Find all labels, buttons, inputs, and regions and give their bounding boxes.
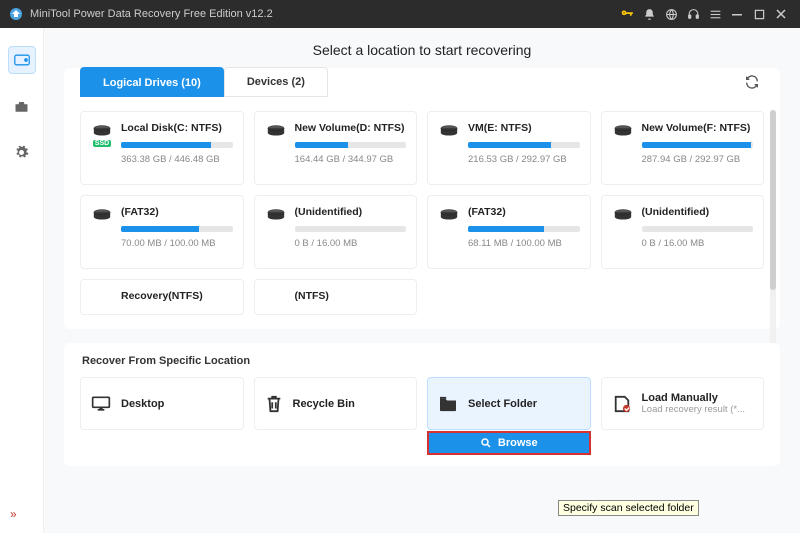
- drive-name: (Unidentified): [642, 206, 754, 218]
- app-logo-icon: [8, 6, 24, 22]
- key-icon[interactable]: [616, 3, 638, 25]
- drive-card[interactable]: (FAT32) 70.00 MB / 100.00 MB: [80, 195, 244, 269]
- drive-size: 363.38 GB / 446.48 GB: [121, 154, 233, 165]
- drive-size: 70.00 MB / 100.00 MB: [121, 238, 233, 249]
- sidebar-item-settings[interactable]: [8, 138, 36, 166]
- tooltip: Specify scan selected folder: [558, 500, 699, 516]
- location-recycle-bin[interactable]: Recycle Bin: [254, 377, 418, 430]
- tab-logical-drives[interactable]: Logical Drives (10): [80, 67, 224, 97]
- drive-name: New Volume(D: NTFS): [295, 122, 407, 134]
- folder-icon: [438, 396, 458, 412]
- usage-bar: [468, 226, 580, 232]
- drive-card[interactable]: (Unidentified) 0 B / 16.00 MB: [254, 195, 418, 269]
- drive-grid-overflow: Recovery(NTFS) (NTFS): [80, 279, 764, 315]
- location-label: Load Manually: [642, 392, 746, 404]
- drive-name: (NTFS): [295, 290, 407, 302]
- bell-icon[interactable]: [638, 3, 660, 25]
- drive-size: 0 B / 16.00 MB: [642, 238, 754, 249]
- usage-bar: [121, 226, 233, 232]
- location-select-folder[interactable]: Select Folder Browse: [427, 377, 591, 430]
- drive-card[interactable]: New Volume(F: NTFS) 287.94 GB / 292.97 GB: [601, 111, 765, 185]
- location-load-manually[interactable]: Load Manually Load recovery result (*...: [601, 377, 765, 430]
- source-tabs: Logical Drives (10) Devices (2): [80, 68, 764, 97]
- page-heading: Select a location to start recovering: [44, 28, 800, 68]
- drive-name: (FAT32): [468, 206, 580, 218]
- usage-bar: [295, 226, 407, 232]
- app-title: MiniTool Power Data Recovery Free Editio…: [30, 8, 616, 20]
- headset-icon[interactable]: [682, 3, 704, 25]
- location-desktop[interactable]: Desktop: [80, 377, 244, 430]
- drive-icon: [613, 208, 633, 222]
- drive-name: Local Disk(C: NTFS): [121, 122, 233, 134]
- document-icon: [612, 395, 632, 413]
- drive-card[interactable]: (NTFS): [254, 279, 418, 315]
- drive-name: Recovery(NTFS): [121, 290, 233, 302]
- scrollbar[interactable]: [770, 110, 776, 350]
- sidebar-item-toolbox[interactable]: [8, 92, 36, 120]
- drive-icon: [266, 208, 286, 222]
- locations-title: Recover From Specific Location: [80, 343, 764, 367]
- drive-card[interactable]: VM(E: NTFS) 216.53 GB / 292.97 GB: [427, 111, 591, 185]
- drive-card[interactable]: Recovery(NTFS): [80, 279, 244, 315]
- location-label: Recycle Bin: [293, 398, 355, 410]
- locations-grid: Desktop Recycle Bin Select Folder Browse: [80, 377, 764, 430]
- ssd-badge: SSD: [93, 140, 111, 147]
- drive-name: VM(E: NTFS): [468, 122, 580, 134]
- location-sublabel: Load recovery result (*...: [642, 404, 746, 415]
- drive-name: (FAT32): [121, 206, 233, 218]
- drive-icon: [439, 124, 459, 138]
- location-label: Desktop: [121, 398, 164, 410]
- sidebar: »: [0, 28, 44, 533]
- titlebar: MiniTool Power Data Recovery Free Editio…: [0, 0, 800, 28]
- menu-icon[interactable]: [704, 3, 726, 25]
- location-label: Select Folder: [468, 398, 537, 410]
- drive-size: 216.53 GB / 292.97 GB: [468, 154, 580, 165]
- drives-panel: Logical Drives (10) Devices (2) SSD Local…: [64, 68, 780, 329]
- sidebar-item-recover[interactable]: [8, 46, 36, 74]
- drive-card[interactable]: (Unidentified) 0 B / 16.00 MB: [601, 195, 765, 269]
- drive-icon: [92, 124, 112, 138]
- refresh-button[interactable]: [744, 74, 760, 90]
- drive-card[interactable]: SSD Local Disk(C: NTFS) 363.38 GB / 446.48…: [80, 111, 244, 185]
- drive-name: New Volume(F: NTFS): [642, 122, 754, 134]
- drive-icon: [613, 124, 633, 138]
- usage-bar: [295, 142, 407, 148]
- drive-card[interactable]: New Volume(D: NTFS) 164.44 GB / 344.97 GB: [254, 111, 418, 185]
- close-button[interactable]: [770, 3, 792, 25]
- globe-icon[interactable]: [660, 3, 682, 25]
- browse-button[interactable]: Browse: [427, 431, 591, 455]
- drive-grid: SSD Local Disk(C: NTFS) 363.38 GB / 446.48…: [80, 111, 764, 269]
- usage-bar: [121, 142, 233, 148]
- drive-icon: [92, 208, 112, 222]
- minimize-button[interactable]: [726, 3, 748, 25]
- drive-icon: [439, 208, 459, 222]
- drive-size: 68.11 MB / 100.00 MB: [468, 238, 580, 249]
- usage-bar: [468, 142, 580, 148]
- usage-bar: [642, 142, 754, 148]
- drive-size: 287.94 GB / 292.97 GB: [642, 154, 754, 165]
- drive-name: (Unidentified): [295, 206, 407, 218]
- sidebar-collapse-icon[interactable]: »: [10, 507, 17, 521]
- drive-icon: [266, 124, 286, 138]
- content-area: Select a location to start recovering Lo…: [44, 28, 800, 533]
- drive-size: 0 B / 16.00 MB: [295, 238, 407, 249]
- trash-icon: [265, 394, 283, 414]
- search-icon: [480, 437, 492, 449]
- scrollbar-thumb[interactable]: [770, 110, 776, 290]
- desktop-icon: [91, 395, 111, 413]
- drive-card[interactable]: (FAT32) 68.11 MB / 100.00 MB: [427, 195, 591, 269]
- locations-panel: Recover From Specific Location Desktop R…: [64, 343, 780, 466]
- tab-devices[interactable]: Devices (2): [224, 67, 328, 97]
- drive-size: 164.44 GB / 344.97 GB: [295, 154, 407, 165]
- usage-bar: [642, 226, 754, 232]
- maximize-button[interactable]: [748, 3, 770, 25]
- browse-label: Browse: [498, 437, 538, 449]
